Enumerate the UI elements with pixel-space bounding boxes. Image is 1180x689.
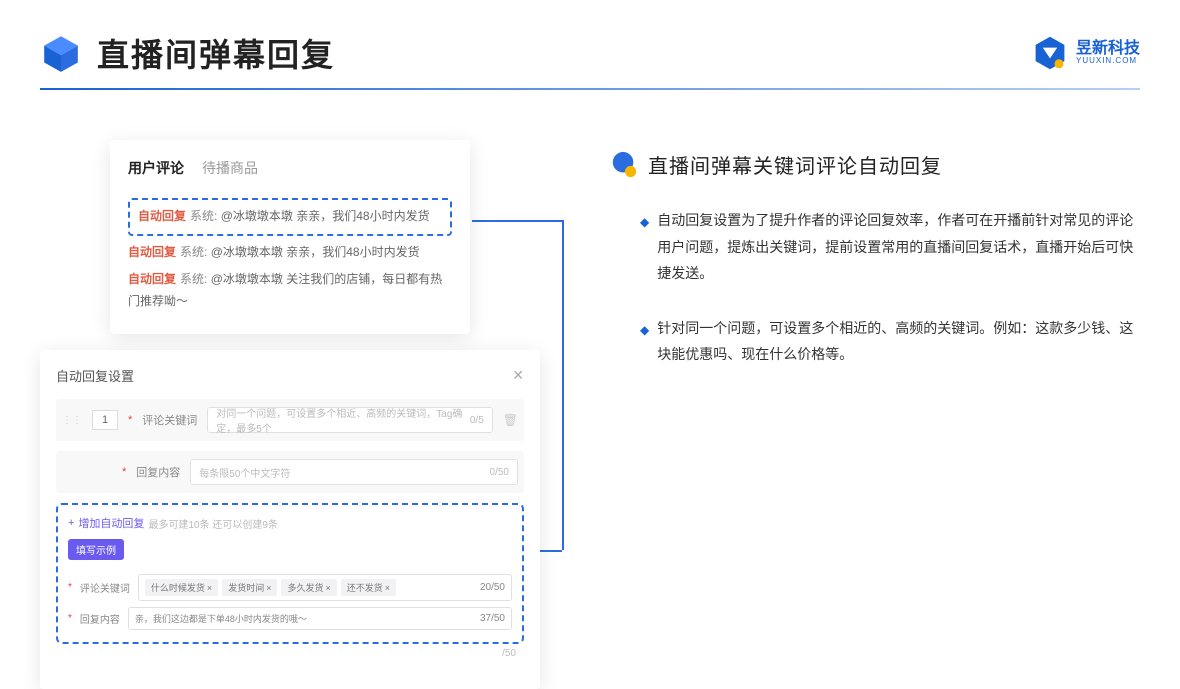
required-dot: *	[128, 414, 132, 426]
brand-logo-area: 昱新科技 YUUXIN.COM	[1032, 35, 1140, 71]
brand-name-en: YUUXIN.COM	[1076, 57, 1140, 66]
keyword-label: 评论关键词	[142, 412, 197, 428]
chat-bubble-icon	[610, 151, 638, 179]
example-section: +增加自动回复 最多可建10条 还可以创建9条 填写示例 * 评论关键词 什么时…	[56, 503, 524, 644]
bullet-icon: ◆	[640, 319, 649, 368]
keyword-tag[interactable]: 发货时间×	[222, 579, 277, 596]
example-content-label: 回复内容	[80, 611, 120, 626]
brand-logo-icon	[1032, 35, 1068, 71]
close-icon[interactable]: ✕	[512, 367, 524, 384]
example-keyword-input[interactable]: 什么时候发货× 发货时间× 多久发货× 还不发货× 20/50	[138, 574, 512, 601]
example-keyword-label: 评论关键词	[80, 580, 130, 595]
drag-handle-icon[interactable]: ⋮⋮	[62, 415, 82, 426]
comment-item: 自动回复系统: @冰墩墩本墩 关注我们的店铺，每日都有热门推荐呦～	[128, 269, 452, 312]
comments-card: 用户评论 待播商品 自动回复系统: @冰墩墩本墩 亲亲，我们48小时内发货 自动…	[110, 140, 470, 334]
sequence-number: 1	[92, 410, 118, 430]
delete-icon[interactable]: 🗑	[503, 413, 518, 427]
bullet-icon: ◆	[640, 211, 649, 287]
keyword-tag[interactable]: 还不发货×	[341, 579, 396, 596]
cube-icon	[40, 32, 82, 74]
comment-item: 自动回复系统: @冰墩墩本墩 亲亲，我们48小时内发货	[128, 242, 452, 264]
page-title: 直播间弹幕回复	[97, 30, 335, 76]
example-badge: 填写示例	[68, 539, 124, 560]
comments-tabs: 用户评论 待播商品	[128, 158, 452, 192]
comment-highlighted: 自动回复系统: @冰墩墩本墩 亲亲，我们48小时内发货	[128, 198, 452, 236]
tab-user-comments[interactable]: 用户评论	[128, 158, 184, 178]
settings-title: 自动回复设置	[56, 366, 134, 385]
bullet-text-2: 针对同一个问题，可设置多个相近的、高频的关键词。例如：这款多少钱、这块能优惠吗、…	[657, 315, 1140, 368]
settings-card: 自动回复设置 ✕ ⋮⋮ 1 * 评论关键词 对同一个问题，可设置多个相近、高频的…	[40, 350, 540, 689]
tab-pending-products[interactable]: 待播商品	[202, 158, 258, 178]
keyword-tag[interactable]: 多久发货×	[281, 579, 336, 596]
keyword-tag[interactable]: 什么时候发货×	[145, 579, 218, 596]
content-input[interactable]: 每条限50个中文字符 0/50	[190, 459, 518, 485]
required-dot: *	[122, 466, 126, 478]
content-label: 回复内容	[136, 464, 180, 480]
extra-count: /50	[56, 644, 524, 659]
add-auto-reply-link[interactable]: +增加自动回复 最多可建10条 还可以创建9条	[68, 515, 512, 531]
brand-name-cn: 昱新科技	[1076, 40, 1140, 58]
section-title: 直播间弹幕关键词评论自动回复	[648, 150, 942, 179]
bullet-text-1: 自动回复设置为了提升作者的评论回复效率，作者可在开播前针对常见的评论用户问题，提…	[657, 207, 1140, 287]
keyword-input[interactable]: 对同一个问题，可设置多个相近、高频的关键词，Tag确定，最多5个 0/5	[207, 407, 492, 433]
example-content-input[interactable]: 亲，我们这边都是下单48小时内发货的哦～ 37/50	[128, 607, 512, 630]
